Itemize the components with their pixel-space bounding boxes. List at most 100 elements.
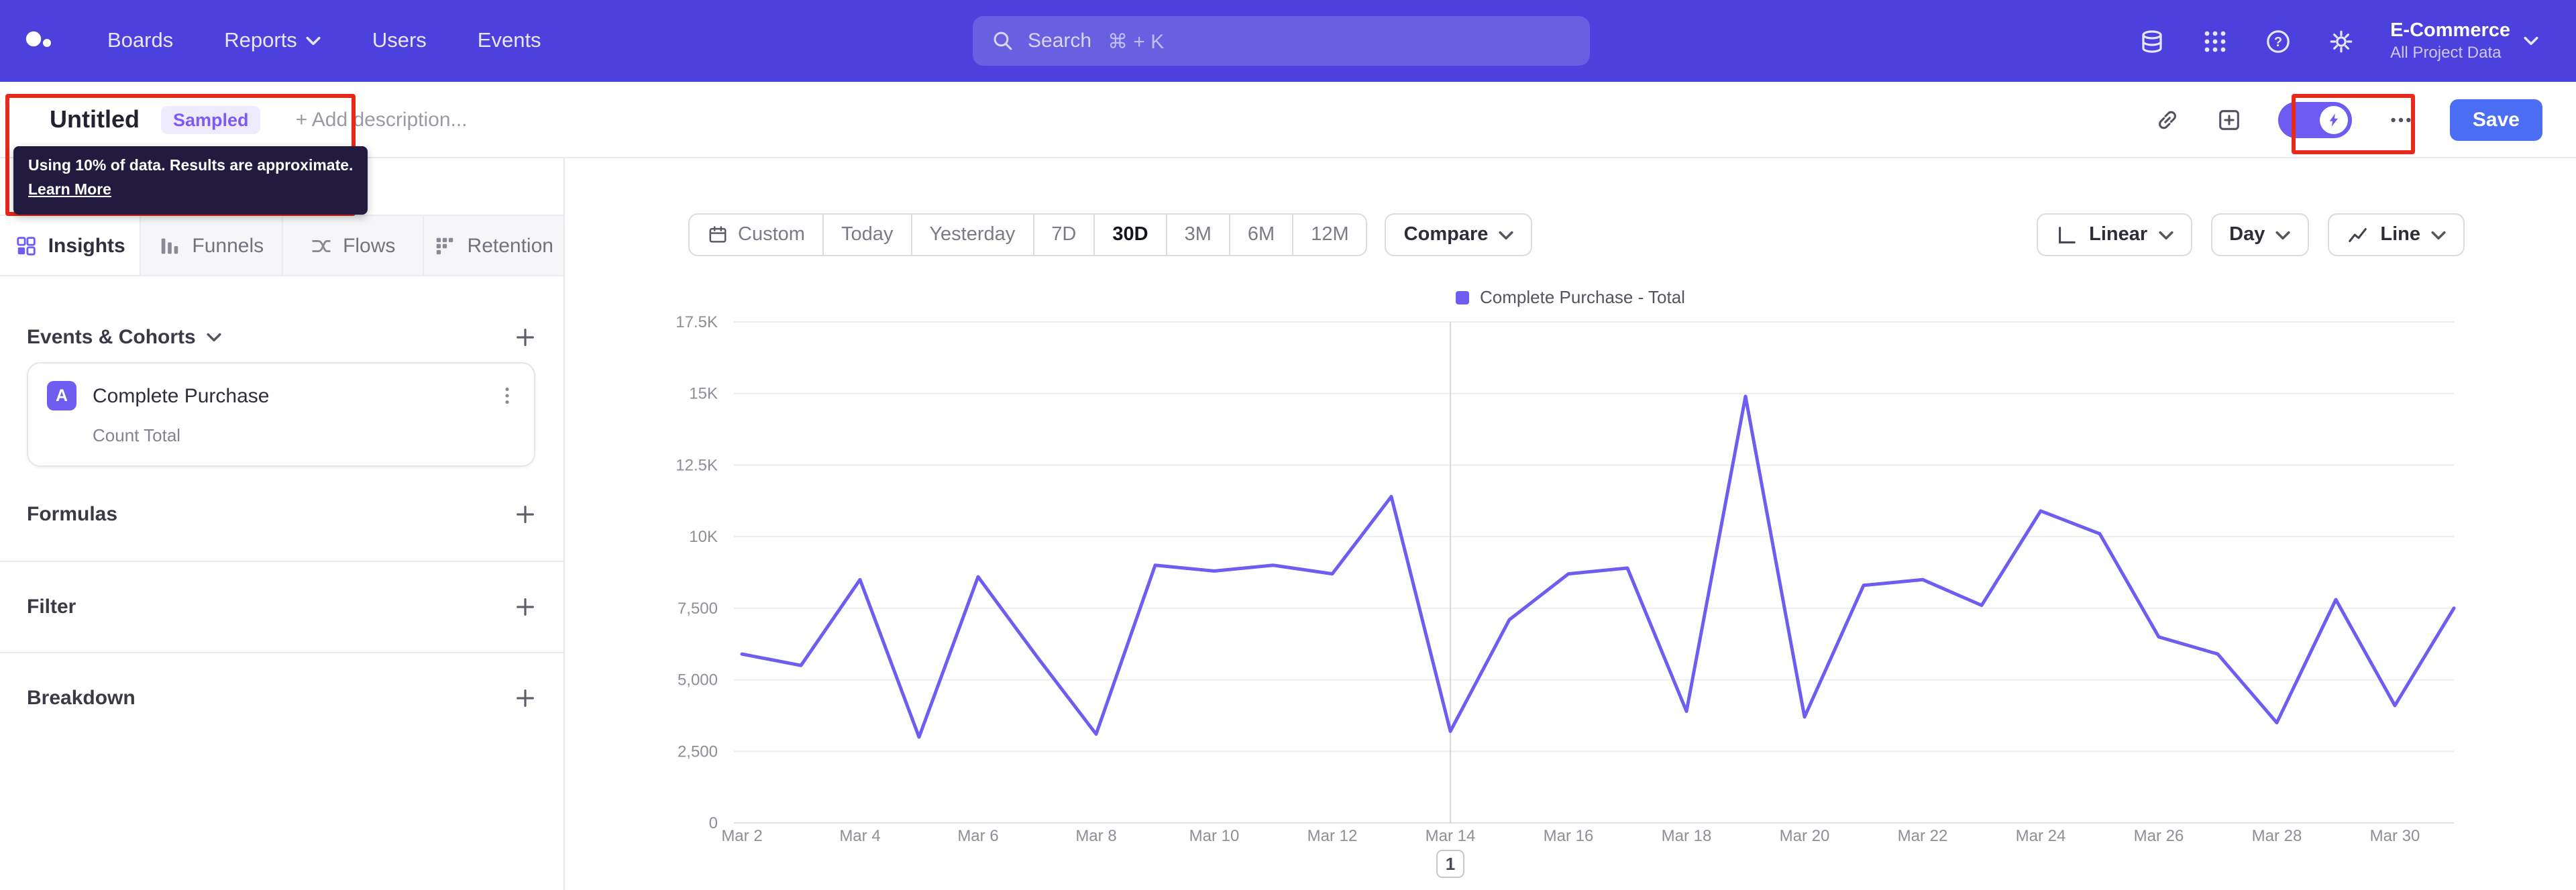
svg-text:Mar 26: Mar 26: [2134, 827, 2184, 845]
database-icon[interactable]: [2138, 27, 2165, 54]
interval-day-button[interactable]: Day: [2210, 213, 2310, 256]
help-icon[interactable]: ?: [2264, 27, 2291, 54]
nav-item-events[interactable]: Events: [478, 29, 541, 53]
nav-item-reports[interactable]: Reports: [224, 29, 321, 53]
tab-funnels[interactable]: Funnels: [141, 216, 282, 275]
project-name: E-Commerce: [2390, 19, 2510, 42]
svg-text:Mar 24: Mar 24: [2016, 827, 2066, 845]
report-header: Untitled Sampled + Add description... Sa…: [0, 82, 2576, 158]
svg-text:10K: 10K: [689, 528, 718, 546]
range-today[interactable]: Today: [824, 215, 912, 255]
mixpanel-logo[interactable]: [24, 25, 56, 57]
svg-text:Mar 18: Mar 18: [1662, 827, 1712, 845]
tab-insights[interactable]: Insights: [0, 216, 142, 275]
search-placeholder: Search: [1028, 30, 1092, 52]
toggle-knob: [2319, 105, 2348, 133]
section-formulas[interactable]: Formulas: [0, 468, 564, 559]
query-builder-sidebar: Insights Funnels Flows Retention Events …: [0, 158, 565, 890]
chart-legend[interactable]: Complete Purchase - Total: [565, 287, 2576, 307]
chart-controls: Custom Today Yesterday 7D 30D 3M 6M 12M Compare…: [688, 213, 2465, 256]
report-type-tabs: Insights Funnels Flows Retention: [0, 215, 564, 276]
insights-icon: [17, 236, 36, 255]
range-12m[interactable]: 12M: [1293, 215, 1366, 255]
chevron-down-icon: [2431, 230, 2446, 239]
learn-more-link[interactable]: Learn More: [28, 180, 353, 204]
sampling-toggle[interactable]: [2277, 101, 2352, 137]
funnels-icon: [162, 237, 178, 254]
scale-linear-button[interactable]: Linear: [2037, 213, 2192, 256]
add-event-button[interactable]: [514, 325, 537, 348]
nav-item-users[interactable]: Users: [372, 29, 427, 53]
svg-text:5,000: 5,000: [678, 671, 718, 689]
svg-text:Mar 10: Mar 10: [1189, 827, 1240, 845]
add-description[interactable]: + Add description...: [296, 108, 468, 131]
svg-text:Mar 20: Mar 20: [1780, 827, 1830, 845]
tab-retention[interactable]: Retention: [423, 216, 564, 275]
retention-icon: [437, 237, 453, 254]
chart-panel: Custom Today Yesterday 7D 30D 3M 6M 12M Compare…: [565, 158, 2576, 890]
svg-text:Mar 4: Mar 4: [839, 827, 880, 845]
svg-text:Mar 2: Mar 2: [721, 827, 762, 845]
tab-flows[interactable]: Flows: [282, 216, 424, 275]
svg-text:7,500: 7,500: [678, 600, 718, 618]
add-formula-button[interactable]: [514, 502, 537, 525]
svg-text:Mar 8: Mar 8: [1075, 827, 1116, 845]
search-icon: [994, 32, 1012, 50]
legend-label: Complete Purchase - Total: [1480, 287, 1685, 307]
sampling-tooltip-message: Using 10% of data. Results are approxima…: [28, 158, 354, 174]
compare-button[interactable]: Compare: [1385, 213, 1533, 256]
event-metric[interactable]: Count Total: [93, 425, 180, 445]
chevron-down-icon: [2524, 36, 2538, 46]
event-series-badge: A: [47, 381, 76, 410]
insights-line-chart[interactable]: 17.5K 15K 12.5K 10K 7,500 5,000 2,500 0Mar 2 Mar…: [565, 309, 2576, 889]
svg-text:2,500: 2,500: [678, 742, 718, 761]
range-6m[interactable]: 6M: [1230, 215, 1294, 255]
legend-swatch: [1456, 290, 1470, 304]
search-shortcut: ⌘ + K: [1108, 30, 1165, 53]
nav-item-boards[interactable]: Boards: [107, 29, 173, 53]
svg-text:15K: 15K: [689, 385, 718, 403]
range-3m[interactable]: 3M: [1167, 215, 1230, 255]
range-yesterday[interactable]: Yesterday: [912, 215, 1034, 255]
svg-text:Mar 12: Mar 12: [1307, 827, 1358, 845]
report-title[interactable]: Untitled: [50, 105, 140, 133]
search-input[interactable]: Search ⌘ + K: [973, 16, 1590, 66]
date-range-segmented-control: Custom Today Yesterday 7D 30D 3M 6M 12M: [688, 213, 1368, 256]
add-filter-button[interactable]: [514, 596, 537, 618]
section-breakdown[interactable]: Breakdown: [0, 652, 564, 743]
event-name: Complete Purchase: [93, 384, 270, 407]
svg-text:0: 0: [709, 814, 718, 832]
events-cohorts-header: Events & Cohorts: [27, 319, 537, 354]
line-chart-icon: [2349, 227, 2367, 242]
chart-type-line-button[interactable]: Line: [2328, 213, 2465, 256]
range-custom[interactable]: Custom: [690, 215, 824, 255]
section-filter[interactable]: Filter: [0, 561, 564, 652]
event-card[interactable]: A Complete Purchase Count Total: [27, 362, 535, 467]
chevron-down-icon: [1499, 230, 1513, 239]
sampled-badge[interactable]: Sampled: [161, 105, 261, 133]
chevron-down-icon[interactable]: [207, 332, 221, 341]
project-scope: All Project Data: [2390, 43, 2502, 62]
sampling-tooltip: Using 10% of data. Results are approxima…: [13, 146, 368, 215]
more-icon[interactable]: [2388, 107, 2414, 132]
top-nav: Boards Reports Users Events Search ⌘ + K: [0, 0, 2576, 82]
range-7d[interactable]: 7D: [1034, 215, 1095, 255]
flows-icon: [311, 239, 330, 252]
save-button[interactable]: Save: [2449, 99, 2542, 140]
svg-text:12.5K: 12.5K: [676, 456, 718, 474]
apps-grid-icon[interactable]: [2201, 27, 2228, 54]
svg-text:Mar 6: Mar 6: [957, 827, 998, 845]
link-icon[interactable]: [2155, 107, 2180, 132]
kebab-menu-icon[interactable]: [496, 385, 518, 406]
chevron-down-icon: [307, 36, 321, 46]
chevron-down-icon: [2275, 230, 2290, 239]
add-breakdown-button[interactable]: [514, 687, 537, 710]
svg-text:Mar 16: Mar 16: [1544, 827, 1594, 845]
add-to-board-icon[interactable]: [2216, 107, 2242, 132]
chevron-down-icon: [2158, 230, 2173, 239]
svg-text:Mar 22: Mar 22: [1898, 827, 1948, 845]
settings-icon[interactable]: [2327, 27, 2354, 54]
svg-text:17.5K: 17.5K: [676, 313, 718, 331]
project-switcher[interactable]: E-Commerce All Project Data: [2390, 19, 2538, 63]
range-30d[interactable]: 30D: [1095, 215, 1167, 255]
